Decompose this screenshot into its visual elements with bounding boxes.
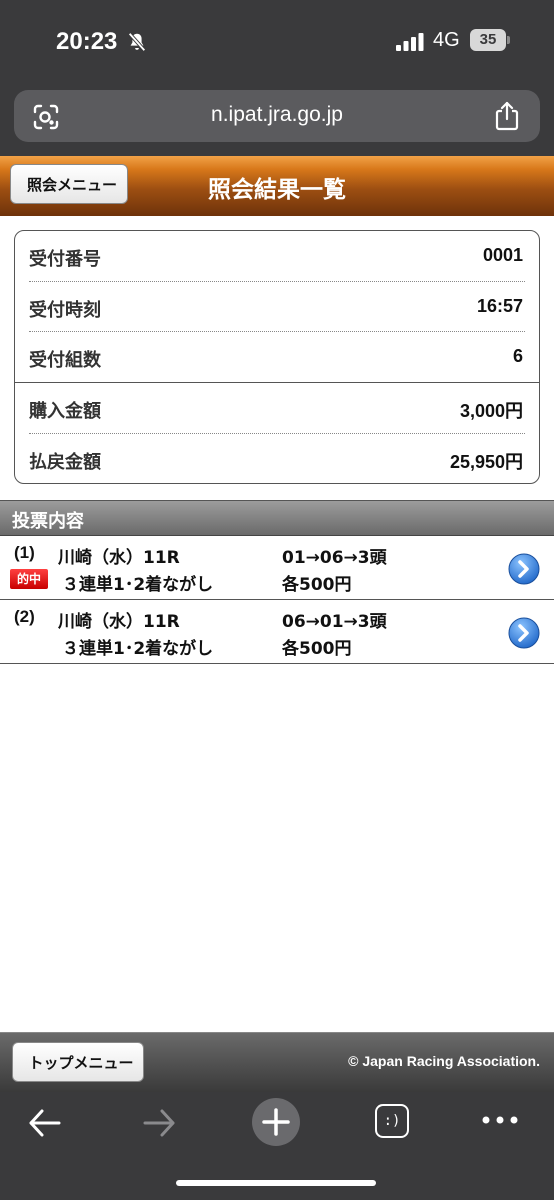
address-bar[interactable]: n.ipat.jra.go.jp: [14, 90, 540, 142]
section-title: 投票内容: [12, 511, 84, 532]
tabs-icon[interactable]: :): [375, 1104, 409, 1138]
top-menu-label: トップメニュー: [28, 1053, 134, 1072]
summary-value: 16:57: [476, 296, 523, 316]
summary-label: 受付時刻: [29, 300, 101, 321]
new-tab-button[interactable]: [252, 1098, 300, 1146]
bet-index: (1): [14, 543, 35, 562]
summary-label: 受付番号: [29, 249, 101, 270]
summary-row-receipt-number: 受付番号 0001: [15, 231, 539, 281]
bet-combination: 06→01→3頭: [282, 612, 387, 632]
top-menu-button[interactable]: トップメニュー: [12, 1042, 144, 1082]
bet-section-header: 投票内容: [0, 500, 554, 536]
bet-row-1[interactable]: (1) 的中 川崎（水）11R ３連単1･2着ながし 01→06→3頭 各500…: [0, 536, 554, 600]
browser-address-area: n.ipat.jra.go.jp: [0, 82, 554, 156]
url-text[interactable]: n.ipat.jra.go.jp: [14, 103, 540, 127]
share-icon[interactable]: [494, 101, 520, 131]
summary-value: 0001: [482, 245, 523, 265]
page-footer: トップメニュー © Japan Racing Association.: [0, 1032, 554, 1092]
hit-badge: 的中: [10, 569, 48, 589]
forward-arrow-icon[interactable]: [140, 1104, 178, 1142]
chevron-right-circle-icon[interactable]: [508, 553, 540, 585]
home-indicator: [176, 1180, 376, 1186]
status-time: 20:23: [56, 28, 118, 55]
bet-index: (2): [14, 607, 35, 626]
summary-label: 払戻金額: [29, 452, 101, 473]
summary-value: 6: [512, 346, 523, 366]
browser-toolbar: :): [0, 1092, 554, 1200]
more-icon[interactable]: [480, 1108, 520, 1132]
bell-slash-icon: [128, 32, 146, 52]
summary-label: 購入金額: [29, 401, 101, 422]
status-bar: 20:23 4G 35: [0, 0, 554, 82]
bet-amount: 各500円: [282, 639, 352, 659]
copyright-text: © Japan Racing Association.: [348, 1053, 540, 1069]
summary-row-purchase-amount: 購入金額 3,000円: [15, 383, 539, 433]
plus-icon: [262, 1108, 290, 1136]
summary-value: 3,000円: [459, 401, 523, 421]
bet-type: ３連単1･2着ながし: [62, 639, 214, 659]
summary-row-combination-count: 受付組数 6: [15, 332, 539, 382]
summary-row-payout-amount: 払戻金額 25,950円: [15, 434, 539, 484]
back-arrow-icon[interactable]: [26, 1104, 64, 1142]
bet-type: ３連単1･2着ながし: [62, 575, 214, 595]
summary-row-receipt-time: 受付時刻 16:57: [15, 282, 539, 332]
battery-icon: 35: [470, 29, 506, 51]
page-header: 照会メニュー 照会結果一覧: [0, 156, 554, 216]
summary-box: 受付番号 0001 受付時刻 16:57 受付組数 6 購入金額 3,000円 …: [14, 230, 540, 484]
network-label: 4G: [433, 29, 460, 51]
summary-value: 25,950円: [449, 452, 523, 472]
bet-row-2[interactable]: (2) 川崎（水）11R ３連単1･2着ながし 06→01→3頭 各500円: [0, 600, 554, 664]
page-title: 照会結果一覧: [208, 177, 346, 203]
signal-icon: [396, 33, 424, 51]
chevron-right-circle-icon[interactable]: [508, 617, 540, 649]
bet-race: 川崎（水）11R: [58, 612, 180, 632]
bet-race: 川崎（水）11R: [58, 548, 180, 568]
summary-label: 受付組数: [29, 350, 101, 371]
bet-combination: 01→06→3頭: [282, 548, 387, 568]
battery-tip: [507, 36, 510, 44]
bet-amount: 各500円: [282, 575, 352, 595]
